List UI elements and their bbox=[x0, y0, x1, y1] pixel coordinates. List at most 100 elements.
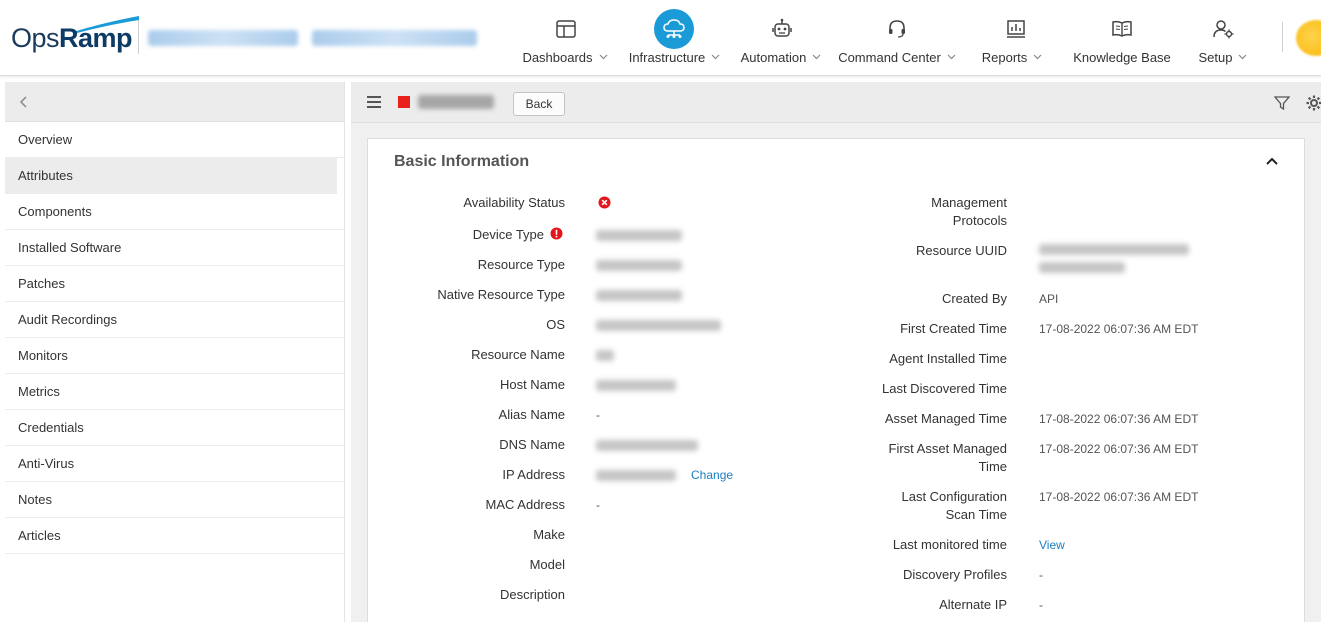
label-availability-status: Availability Status bbox=[463, 195, 565, 210]
header-divider bbox=[138, 20, 139, 54]
sidebar-item-articles[interactable]: Articles bbox=[5, 518, 344, 554]
nav-dashboards-label: Dashboards bbox=[522, 50, 593, 65]
change-ip-link[interactable]: Change bbox=[691, 466, 733, 484]
menu-icon[interactable] bbox=[367, 96, 381, 108]
nav-command-center-label: Command Center bbox=[838, 50, 941, 65]
chevron-left-icon[interactable] bbox=[17, 95, 31, 109]
chevron-down-icon bbox=[711, 54, 720, 60]
label-first-created-time: First Created Time bbox=[900, 321, 1007, 336]
chevron-up-icon[interactable] bbox=[1266, 157, 1278, 165]
label-host-name: Host Name bbox=[499, 377, 565, 392]
value-last-configuration-scan-time: 17-08-2022 06:07:36 AM EDT bbox=[1039, 490, 1199, 504]
value-discovery-profiles: - bbox=[1039, 568, 1043, 582]
nav-reports-label: Reports bbox=[981, 50, 1028, 65]
sidebar-item-overview[interactable]: Overview bbox=[5, 122, 344, 158]
card-title: Basic Information bbox=[394, 153, 530, 170]
sidebar-item-installed-software[interactable]: Installed Software bbox=[5, 230, 344, 266]
nav-command-center[interactable]: Command Center bbox=[835, 0, 959, 76]
chevron-down-icon bbox=[812, 54, 821, 60]
label-agent-installed-time: Agent Installed Time bbox=[889, 351, 1007, 366]
filter-icon[interactable] bbox=[1274, 96, 1290, 110]
nav-automation-label: Automation bbox=[740, 50, 807, 65]
nav-automation[interactable]: Automation bbox=[735, 0, 827, 76]
label-resource-type: Resource Type bbox=[477, 257, 565, 272]
label-dns-name: DNS Name bbox=[499, 437, 565, 452]
resource-title bbox=[418, 95, 494, 109]
nav-infrastructure-label: Infrastructure bbox=[628, 50, 706, 65]
user-gear-icon bbox=[1209, 14, 1239, 44]
sidebar-item-metrics[interactable]: Metrics bbox=[5, 374, 344, 410]
robot-icon bbox=[767, 14, 797, 44]
opsramp-logo[interactable]: OpsRamp bbox=[11, 14, 139, 58]
sidebar-item-attributes[interactable]: Attributes bbox=[5, 158, 337, 194]
sidebar-item-label: Audit Recordings bbox=[18, 312, 117, 327]
value-alias-name: - bbox=[596, 408, 600, 422]
chevron-down-icon bbox=[599, 54, 607, 60]
label-created-by: Created By bbox=[941, 291, 1007, 306]
sidebar-item-anti-virus[interactable]: Anti-Virus bbox=[5, 446, 344, 482]
sidebar-item-monitors[interactable]: Monitors bbox=[5, 338, 344, 374]
label-native-resource-type: Native Resource Type bbox=[437, 287, 565, 302]
label-alternate-ip: Alternate IP bbox=[939, 597, 1007, 612]
nav-setup[interactable]: Setup bbox=[1193, 0, 1253, 76]
label-alias-name: Alias Name bbox=[498, 407, 565, 422]
value-alternate-ip: - bbox=[1039, 598, 1043, 612]
sidebar-item-label: Notes bbox=[18, 492, 52, 507]
sidebar-item-credentials[interactable]: Credentials bbox=[5, 410, 344, 446]
gear-icon[interactable] bbox=[1306, 95, 1321, 111]
label-first-asset-managed-time: First Asset Managed Time bbox=[888, 441, 1008, 474]
nav-infrastructure[interactable]: Infrastructure bbox=[622, 0, 727, 76]
value-resource-uuid-line2 bbox=[1039, 262, 1125, 273]
report-chart-icon bbox=[1001, 14, 1031, 44]
value-asset-managed-time: 17-08-2022 06:07:36 AM EDT bbox=[1039, 412, 1199, 426]
view-last-monitored-link[interactable]: View bbox=[1039, 536, 1065, 554]
nav-reports[interactable]: Reports bbox=[977, 0, 1047, 76]
label-last-monitored-time: Last monitored time bbox=[892, 537, 1007, 552]
sidebar-item-components[interactable]: Components bbox=[5, 194, 344, 230]
value-os bbox=[596, 320, 721, 331]
label-last-configuration-scan-time: Last Configuration Scan Time bbox=[901, 489, 1007, 522]
nav-setup-label: Setup bbox=[1198, 50, 1233, 65]
sidebar-item-notes[interactable]: Notes bbox=[5, 482, 344, 518]
value-resource-name bbox=[596, 350, 614, 361]
breadcrumb-client[interactable] bbox=[148, 30, 298, 46]
label-resource-uuid: Resource UUID bbox=[915, 243, 1007, 258]
sidebar-item-patches[interactable]: Patches bbox=[5, 266, 344, 302]
label-model: Model bbox=[529, 557, 565, 572]
chevron-down-icon bbox=[947, 54, 956, 60]
cloud-network-icon bbox=[654, 9, 694, 49]
nav-dashboards[interactable]: Dashboards bbox=[515, 0, 615, 76]
headset-icon bbox=[882, 14, 912, 44]
book-icon bbox=[1107, 14, 1137, 44]
value-first-created-time: 17-08-2022 06:07:36 AM EDT bbox=[1039, 322, 1199, 336]
sidebar-item-label: Monitors bbox=[18, 348, 68, 363]
nav-knowledge-base[interactable]: Knowledge Base bbox=[1070, 0, 1174, 76]
sidebar-item-audit-recordings[interactable]: Audit Recordings bbox=[5, 302, 344, 338]
value-dns-name bbox=[596, 440, 698, 451]
value-device-type bbox=[596, 230, 682, 241]
label-make: Make bbox=[533, 527, 565, 542]
value-ip-address bbox=[596, 470, 676, 481]
label-device-type: Device Type bbox=[472, 227, 544, 242]
value-first-asset-managed-time: 17-08-2022 06:07:36 AM EDT bbox=[1039, 442, 1199, 456]
sidebar-item-label: Overview bbox=[18, 132, 73, 147]
sidebar-header bbox=[5, 82, 344, 122]
label-os: OS bbox=[546, 317, 565, 332]
label-ip-address: IP Address bbox=[502, 467, 565, 482]
label-management-protocols: Management Protocols bbox=[931, 195, 1007, 228]
value-created-by: API bbox=[1039, 292, 1059, 306]
value-native-resource-type bbox=[596, 290, 682, 301]
sidebar-menu: Overview Attributes Components Installed… bbox=[5, 122, 344, 554]
back-button[interactable]: Back bbox=[513, 92, 565, 116]
user-avatar[interactable] bbox=[1296, 20, 1321, 56]
sidebar-item-label: Credentials bbox=[18, 420, 84, 435]
label-resource-name: Resource Name bbox=[471, 347, 565, 362]
sidebar-item-label: Attributes bbox=[18, 168, 73, 183]
nav-knowledge-base-label: Knowledge Base bbox=[1073, 50, 1171, 65]
label-mac-address: MAC Address bbox=[485, 497, 565, 512]
sidebar-item-label: Installed Software bbox=[18, 240, 122, 255]
sidebar-item-label: Components bbox=[18, 204, 92, 219]
logo-text: OpsRamp bbox=[11, 23, 133, 53]
label-last-discovered-time: Last Discovered Time bbox=[882, 381, 1007, 396]
breadcrumb-partner[interactable] bbox=[312, 30, 477, 46]
